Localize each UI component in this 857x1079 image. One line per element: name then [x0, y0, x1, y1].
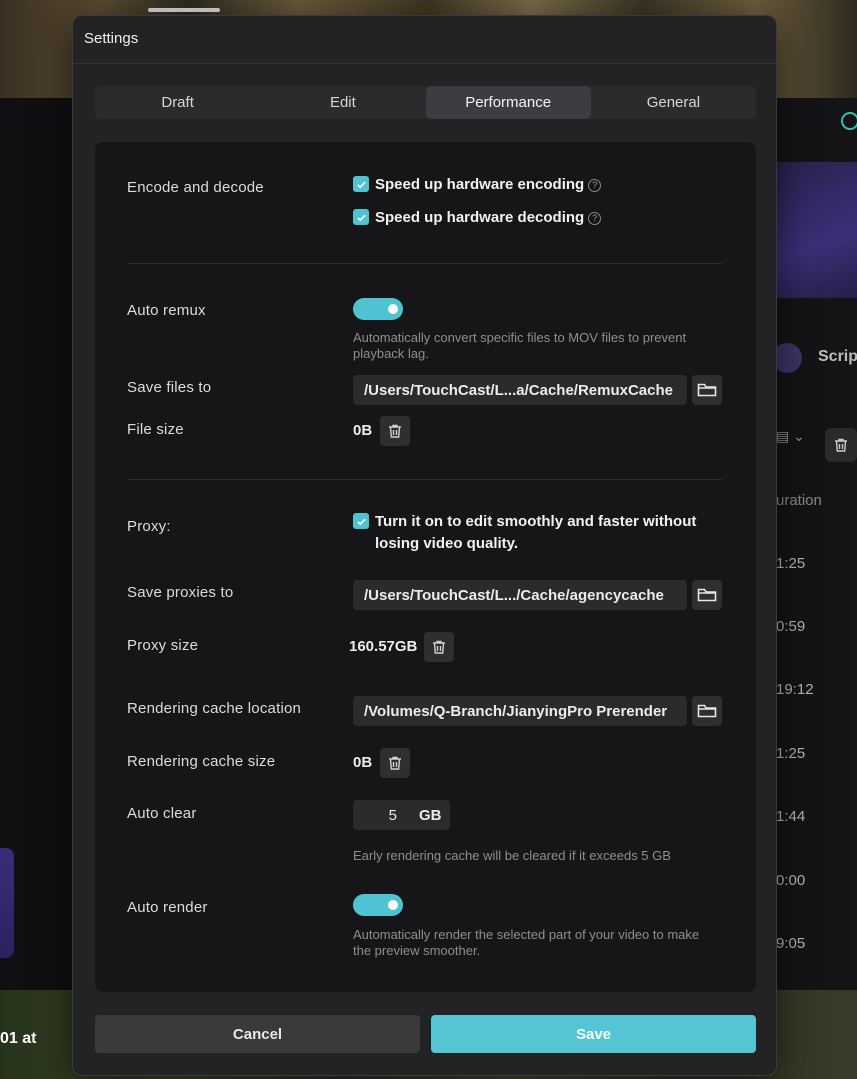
render-cache-size-value: 0B: [353, 754, 373, 771]
settings-tabs: Draft Edit Performance General: [95, 86, 756, 119]
proxy-folder-button[interactable]: [692, 580, 722, 610]
background-time: 1:25: [776, 745, 806, 762]
dialog-title: Settings: [84, 30, 139, 47]
auto-render-label: Auto render: [127, 899, 208, 916]
file-size-label: File size: [127, 421, 184, 438]
hw-encoding-label: Speed up hardware encoding: [375, 176, 585, 193]
auto-render-toggle[interactable]: [353, 894, 403, 916]
background-time: 1:25: [776, 555, 806, 572]
background-trash-icon: [825, 428, 857, 462]
performance-panel: Encode and decode Speed up hardware enco…: [95, 142, 756, 992]
hw-encoding-checkbox[interactable]: [353, 176, 369, 192]
proxy-size-value: 160.57GB: [349, 638, 418, 655]
background-time: 1:44: [776, 808, 806, 825]
trash-icon: [389, 756, 401, 770]
title-divider: [73, 63, 776, 64]
render-cache-path-field[interactable]: /Volumes/Q-Branch/JianyingPro Prerender: [353, 696, 687, 726]
hw-encoding-option[interactable]: Speed up hardware encoding?: [353, 174, 602, 196]
proxy-label: Proxy:: [127, 518, 171, 535]
auto-clear-hint: Early rendering cache will be cleared if…: [353, 848, 671, 863]
clear-proxy-button[interactable]: [424, 632, 454, 662]
proxy-checkbox-label: Turn it on to edit smoothly and faster w…: [375, 513, 697, 552]
save-files-label: Save files to: [127, 379, 212, 396]
check-icon: [356, 181, 366, 188]
encode-decode-label: Encode and decode: [127, 179, 264, 196]
clear-remux-button[interactable]: [380, 416, 410, 446]
trash-icon: [433, 640, 445, 654]
render-cache-folder-button[interactable]: [692, 696, 722, 726]
background-info-icon: [841, 112, 857, 130]
proxy-checkbox[interactable]: [353, 513, 369, 529]
auto-clear-value[interactable]: 5: [353, 807, 403, 824]
folder-icon: [697, 383, 717, 397]
proxy-path-field[interactable]: /Users/TouchCast/L.../Cache/agencycache: [353, 580, 687, 610]
auto-render-hint: Automatically render the selected part o…: [353, 927, 700, 958]
background-chevron-down-icon: ▤ ⌄: [776, 428, 805, 444]
help-icon[interactable]: ?: [588, 178, 602, 192]
remux-path-field[interactable]: /Users/TouchCast/L...a/Cache/RemuxCache: [353, 375, 687, 405]
background-time: 0:00: [776, 872, 806, 889]
hw-decoding-label: Speed up hardware decoding: [375, 209, 585, 226]
background-time: 9:05: [776, 935, 806, 952]
auto-remux-hint: Automatically convert specific files to …: [353, 330, 687, 361]
background-window-handle: [148, 8, 220, 12]
clear-render-cache-button[interactable]: [380, 748, 410, 778]
section-divider: [127, 479, 722, 480]
background-preview: [776, 162, 857, 298]
tab-edit[interactable]: Edit: [260, 86, 425, 119]
background-duration-header: uration: [776, 492, 822, 509]
background-left-card: [0, 848, 14, 958]
save-button[interactable]: Save: [431, 1015, 756, 1053]
tab-performance[interactable]: Performance: [425, 86, 591, 119]
check-icon: [356, 518, 366, 525]
folder-icon: [697, 704, 717, 718]
folder-icon: [697, 588, 717, 602]
tab-general[interactable]: General: [591, 86, 756, 119]
remux-folder-button[interactable]: [692, 375, 722, 405]
background-script-label: Scrip: [818, 348, 857, 365]
settings-dialog: Settings Draft Edit Performance General …: [72, 15, 777, 1076]
auto-clear-label: Auto clear: [127, 805, 197, 822]
auto-remux-label: Auto remux: [127, 302, 206, 319]
background-time: 19:12: [776, 681, 814, 698]
proxy-option[interactable]: Turn it on to edit smoothly and faster w…: [353, 511, 723, 555]
cancel-button[interactable]: Cancel: [95, 1015, 420, 1053]
tab-draft[interactable]: Draft: [95, 86, 260, 119]
hw-decoding-checkbox[interactable]: [353, 209, 369, 225]
file-size-value: 0B: [353, 422, 373, 439]
proxy-size-label: Proxy size: [127, 637, 199, 654]
render-cache-size-label: Rendering cache size: [127, 753, 276, 770]
auto-clear-input[interactable]: 5 GB: [353, 800, 450, 830]
background-time: 0:59: [776, 618, 806, 635]
save-proxies-label: Save proxies to: [127, 584, 234, 601]
trash-icon: [389, 424, 401, 438]
section-divider: [127, 263, 722, 264]
background-bottom-text: 01 at: [0, 1030, 37, 1047]
auto-remux-toggle[interactable]: [353, 298, 403, 320]
hw-decoding-option[interactable]: Speed up hardware decoding?: [353, 207, 602, 229]
check-icon: [356, 214, 366, 221]
render-cache-location-label: Rendering cache location: [127, 700, 302, 717]
help-icon[interactable]: ?: [588, 211, 602, 225]
auto-clear-unit: GB: [419, 806, 442, 824]
